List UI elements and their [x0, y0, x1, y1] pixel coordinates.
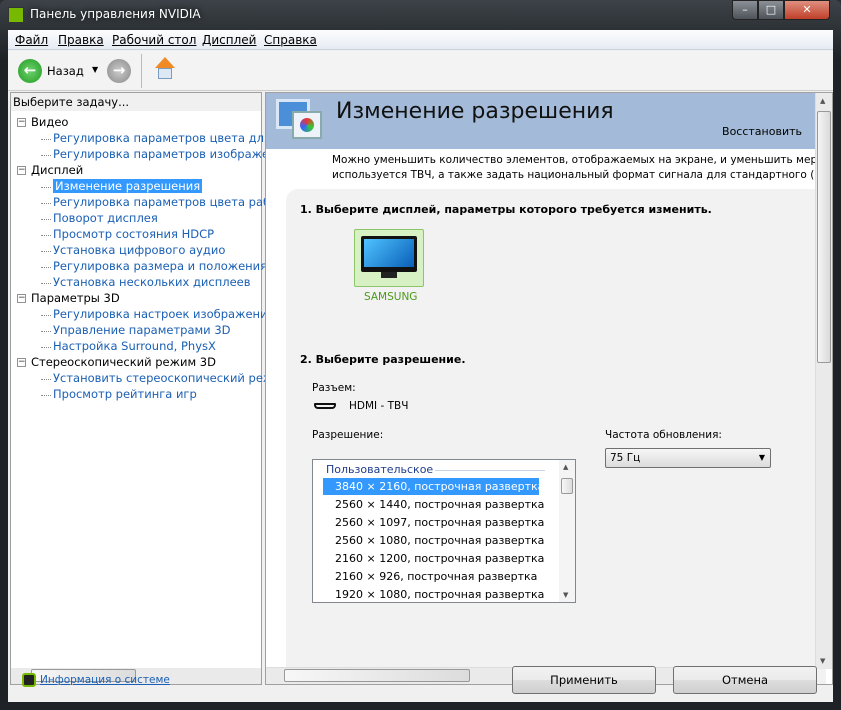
- back-arrow-icon[interactable]: ←: [18, 59, 42, 83]
- page-title: Изменение разрешения: [336, 99, 614, 124]
- tree-item[interactable]: Поворот дисплея: [17, 211, 303, 227]
- nvidia-app-icon: [8, 7, 24, 23]
- tree-item[interactable]: Регулировка размера и положения рабо: [17, 259, 303, 275]
- resolution-list[interactable]: Пользовательское 3840 × 2160, построчная…: [312, 459, 576, 603]
- menu-bar: Файл Правка Рабочий стол Дисплей Справка: [8, 30, 833, 50]
- tree-category-label: Стереоскопический режим 3D: [31, 355, 216, 369]
- resolution-option[interactable]: 2160 × 926, построчная развертка: [323, 568, 539, 585]
- maximize-button[interactable]: □: [758, 0, 784, 20]
- refresh-rate-label: Частота обновления:: [605, 429, 722, 441]
- content-panel: Изменение разрешения Восстановить Можно …: [265, 92, 833, 685]
- tree-item-label: Регулировка параметров цвета рабочег: [53, 195, 298, 209]
- hdmi-icon: [314, 403, 336, 409]
- settings-card: 1. Выберите дисплей, параметры которого …: [286, 189, 826, 684]
- task-panel: Выберите задачу... − Видео Регулировка пар…: [10, 92, 303, 685]
- tree-category[interactable]: − Параметры 3D: [17, 291, 303, 307]
- menu-edit[interactable]: Правка: [58, 33, 104, 47]
- tree-item[interactable]: Просмотр рейтинга игр: [17, 387, 303, 403]
- connector-label: Разъем:: [312, 382, 356, 394]
- minimize-button[interactable]: –: [732, 0, 758, 20]
- display-resolution-icon: [276, 99, 324, 143]
- tree-item[interactable]: Установить стереоскопический режим 3: [17, 371, 303, 387]
- tree-item-label: Регулировка размера и положения рабо: [53, 259, 300, 273]
- collapse-icon[interactable]: −: [17, 166, 26, 175]
- refresh-rate-value: 75 Гц: [610, 452, 641, 464]
- connector-value: HDMI - ТВЧ: [349, 400, 409, 412]
- system-info-icon[interactable]: [22, 673, 36, 687]
- tree-category-label: Параметры 3D: [31, 291, 120, 305]
- description-line: Можно уменьшить количество элементов, от…: [332, 154, 816, 166]
- history-dropdown-icon[interactable]: ▼: [92, 65, 98, 74]
- tree-item[interactable]: Регулировка параметров цвета для вид: [17, 131, 303, 147]
- tree-item[interactable]: Регулировка параметров изображения д: [17, 147, 303, 163]
- resolution-option[interactable]: 3840 × 2160, построчная развертка: [323, 478, 544, 495]
- resolution-option[interactable]: 2560 × 1097, построчная развертка: [323, 514, 544, 531]
- restore-defaults-link[interactable]: Восстановить: [722, 125, 802, 138]
- content-vscrollbar[interactable]: ▲ ▼: [815, 93, 832, 669]
- apply-button[interactable]: Применить: [512, 666, 656, 694]
- display-name: SAMSUNG: [364, 291, 418, 303]
- step1-heading: 1. Выберите дисплей, параметры которого …: [300, 203, 712, 216]
- toolbar: ← Назад ▼ →: [8, 51, 833, 91]
- resolution-option[interactable]: 2160 × 1200, построчная развертка: [323, 550, 544, 567]
- tree-item[interactable]: Управление параметрами 3D: [17, 323, 303, 339]
- step2-heading: 2. Выберите разрешение.: [300, 353, 466, 366]
- client-area: Файл Правка Рабочий стол Дисплей Справка…: [8, 30, 833, 702]
- toolbar-divider: [141, 54, 142, 88]
- display-samsung[interactable]: [354, 229, 424, 287]
- resolution-label: Разрешение:: [312, 429, 384, 441]
- tree-item[interactable]: Регулировка параметров цвета рабочег: [17, 195, 303, 211]
- tree-item-label: Изменение разрешения: [53, 179, 203, 193]
- tree-category[interactable]: − Стереоскопический режим 3D: [17, 355, 303, 371]
- app-window: Панель управления NVIDIA – □ ✕ Файл Прав…: [0, 0, 841, 710]
- cancel-button[interactable]: Отмена: [673, 666, 817, 694]
- description-line: используется ТВЧ, а также задать национа…: [332, 169, 816, 181]
- tree-category[interactable]: − Видео: [17, 115, 303, 131]
- resolution-option[interactable]: 2560 × 1440, построчная развертка: [323, 496, 544, 513]
- window-title: Панель управления NVIDIA: [30, 7, 201, 21]
- refresh-rate-select[interactable]: 75 Гц ▼: [605, 448, 771, 468]
- tree-item-label: Настройка Surround, PhysX: [53, 339, 216, 353]
- tree-item-label: Просмотр рейтинга игр: [53, 387, 197, 401]
- resolution-option[interactable]: 2560 × 1080, построчная развертка: [323, 532, 544, 549]
- tree-item[interactable]: Установка нескольких дисплеев: [17, 275, 303, 291]
- tree-item-label: Просмотр состояния HDCP: [53, 227, 215, 241]
- tree-item[interactable]: Регулировка настроек изображения с пр: [17, 307, 303, 323]
- tree-item[interactable]: Установка цифрового аудио: [17, 243, 303, 259]
- menu-file[interactable]: Файл: [15, 33, 48, 47]
- menu-desktop[interactable]: Рабочий стол: [112, 33, 196, 47]
- menu-display[interactable]: Дисплей: [202, 33, 256, 47]
- tree-item-label: Установка цифрового аудио: [53, 243, 226, 257]
- tree-item[interactable]: Изменение разрешения: [17, 179, 303, 195]
- close-button[interactable]: ✕: [784, 0, 830, 20]
- resolution-option[interactable]: 1920 × 1080, построчная развертка: [323, 586, 544, 602]
- tree-item-label: Установить стереоскопический режим 3: [53, 371, 301, 385]
- title-bar: Панель управления NVIDIA – □ ✕: [0, 0, 841, 30]
- menu-help[interactable]: Справка: [264, 33, 317, 47]
- task-tree: − Видео Регулировка параметров цвета для в…: [17, 115, 303, 403]
- page-description: Можно уменьшить количество элементов, от…: [332, 153, 816, 183]
- tree-category-label: Видео: [31, 115, 69, 129]
- tree-category[interactable]: − Дисплей: [17, 163, 303, 179]
- tree-item-label: Поворот дисплея: [53, 211, 158, 225]
- group-divider: [435, 470, 545, 471]
- tree-category-label: Дисплей: [31, 163, 84, 177]
- tree-item[interactable]: Настройка Surround, PhysX: [17, 339, 303, 355]
- collapse-icon[interactable]: −: [17, 118, 26, 127]
- resolution-list-scrollbar[interactable]: ▲ ▼: [559, 460, 575, 602]
- tree-item-label: Регулировка параметров цвета для вид: [53, 131, 297, 145]
- collapse-icon[interactable]: −: [17, 294, 26, 303]
- tree-item[interactable]: Просмотр состояния HDCP: [17, 227, 303, 243]
- resolution-group-header: Пользовательское: [326, 463, 434, 476]
- system-info-link[interactable]: Информация о системе: [40, 674, 170, 686]
- tree-item-label: Управление параметрами 3D: [53, 323, 231, 337]
- home-icon[interactable]: [153, 57, 177, 81]
- tree-item-label: Установка нескольких дисплеев: [53, 275, 251, 289]
- back-button[interactable]: Назад: [47, 64, 84, 78]
- collapse-icon[interactable]: −: [17, 358, 26, 367]
- task-panel-header: Выберите задачу...: [11, 93, 261, 111]
- page-header: Изменение разрешения Восстановить: [266, 93, 816, 149]
- chevron-down-icon: ▼: [758, 453, 765, 462]
- forward-arrow-icon[interactable]: →: [107, 59, 131, 83]
